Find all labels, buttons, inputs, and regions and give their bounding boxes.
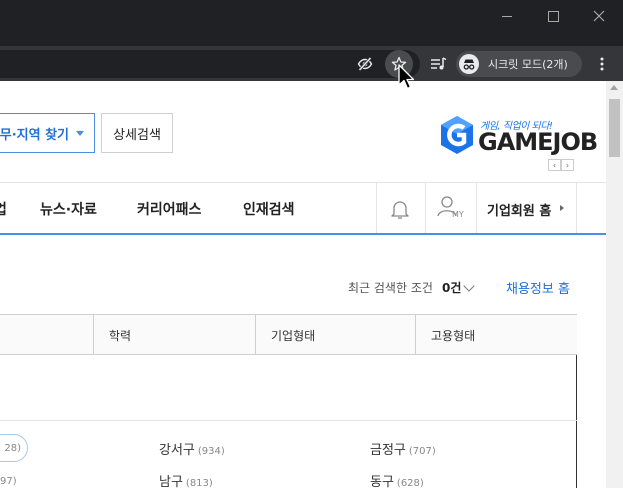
gnb-bottom-border [0,233,606,235]
tab-company-type[interactable]: 기업형태 [255,315,415,355]
region-panel [0,355,577,488]
browser-titlebar [0,0,623,46]
webpage: 무·지역 찾기 상세검색 게임, 직업이 되다! GAMEJOB ‹ › 업 뉴… [0,81,606,488]
district-pill-selected[interactable]: 28) [0,434,28,462]
region-search-label: 무·지역 찾기 [0,127,69,143]
panel-top-area [0,355,577,421]
district-count: (707) [408,446,436,457]
incognito-profile-button[interactable]: 시크릿 모드(2개) [456,51,582,77]
more-icon[interactable] [589,51,615,77]
page-scrollbar[interactable] [606,81,623,488]
logo-pager: ‹ › [548,159,574,171]
tab-employment-type[interactable]: 고용형태 [415,315,577,355]
district-name: 남구 [159,475,183,488]
chevron-down-icon[interactable] [463,280,475,292]
filter-tab-row: 학력 기업형태 고용형태 [0,314,577,355]
pager-prev-button[interactable]: ‹ [548,159,561,171]
district-count-cut[interactable]: 97) [0,476,17,487]
minimize-button[interactable] [484,0,530,32]
district-name: 금정구 [370,443,406,458]
chevron-right-icon [560,205,564,211]
job-info-home-link[interactable]: 채용정보 홈 [506,278,570,297]
mouse-cursor-icon [398,64,415,90]
gnb-item-cut[interactable]: 업 [0,199,7,219]
gnb-divider [425,183,426,233]
district-option[interactable]: 남구 (813) [159,471,213,488]
bell-icon[interactable] [388,197,412,221]
close-button[interactable] [576,0,622,32]
gnb-item-news[interactable]: 뉴스·자료 [40,199,97,219]
gnb-divider [376,183,377,233]
district-count: (934) [197,446,225,457]
my-page-button[interactable]: MY [437,194,469,222]
logo-wordmark: GAMEJOB [478,128,598,156]
eye-off-icon[interactable] [352,51,378,77]
maximize-button[interactable] [530,0,576,32]
district-name: 동구 [370,475,394,488]
gnb-divider [576,183,577,233]
caret-down-icon [76,130,84,136]
my-label: MY [452,210,464,219]
gnb-item-careerpath[interactable]: 커리어패스 [137,199,201,219]
biz-member-home-link[interactable]: 기업회원 홈 [487,200,551,219]
district-name: 강서구 [159,443,195,458]
recent-search-count[interactable]: 0건 [442,279,461,296]
incognito-icon [459,54,479,74]
region-search-button[interactable]: 무·지역 찾기 [0,113,95,153]
incognito-label: 시크릿 모드(2개) [488,58,568,71]
district-option[interactable]: 강서구 (934) [159,439,225,458]
district-option[interactable]: 동구 (628) [370,471,424,488]
tab-education-label: 학력 [109,328,132,343]
district-count: (813) [185,478,213,488]
scroll-up-icon[interactable] [610,85,618,90]
gamejob-logo-mark [441,116,473,154]
gamejob-logo[interactable]: 게임, 직업이 되다! GAMEJOB [439,115,598,156]
browser-toolbar: 시크릿 모드(2개) [0,46,623,81]
gnb-top-border [0,182,606,183]
tab-education[interactable]: 학력 [93,315,255,355]
gnb-divider [476,183,477,233]
recent-search-label[interactable]: 최근 검색한 조건 [348,279,433,296]
tab-company-type-label: 기업형태 [271,328,316,343]
district-option[interactable]: 금정구 (707) [370,439,436,458]
media-control-icon[interactable] [425,51,451,77]
detail-search-button[interactable]: 상세검색 [101,113,173,153]
district-count: (628) [396,478,424,488]
gnb-item-talent-search[interactable]: 인재검색 [243,199,295,219]
close-icon [593,10,605,22]
tab-employment-type-label: 고용형태 [431,328,476,343]
pager-next-button[interactable]: › [561,159,574,171]
scroll-thumb[interactable] [609,99,620,157]
